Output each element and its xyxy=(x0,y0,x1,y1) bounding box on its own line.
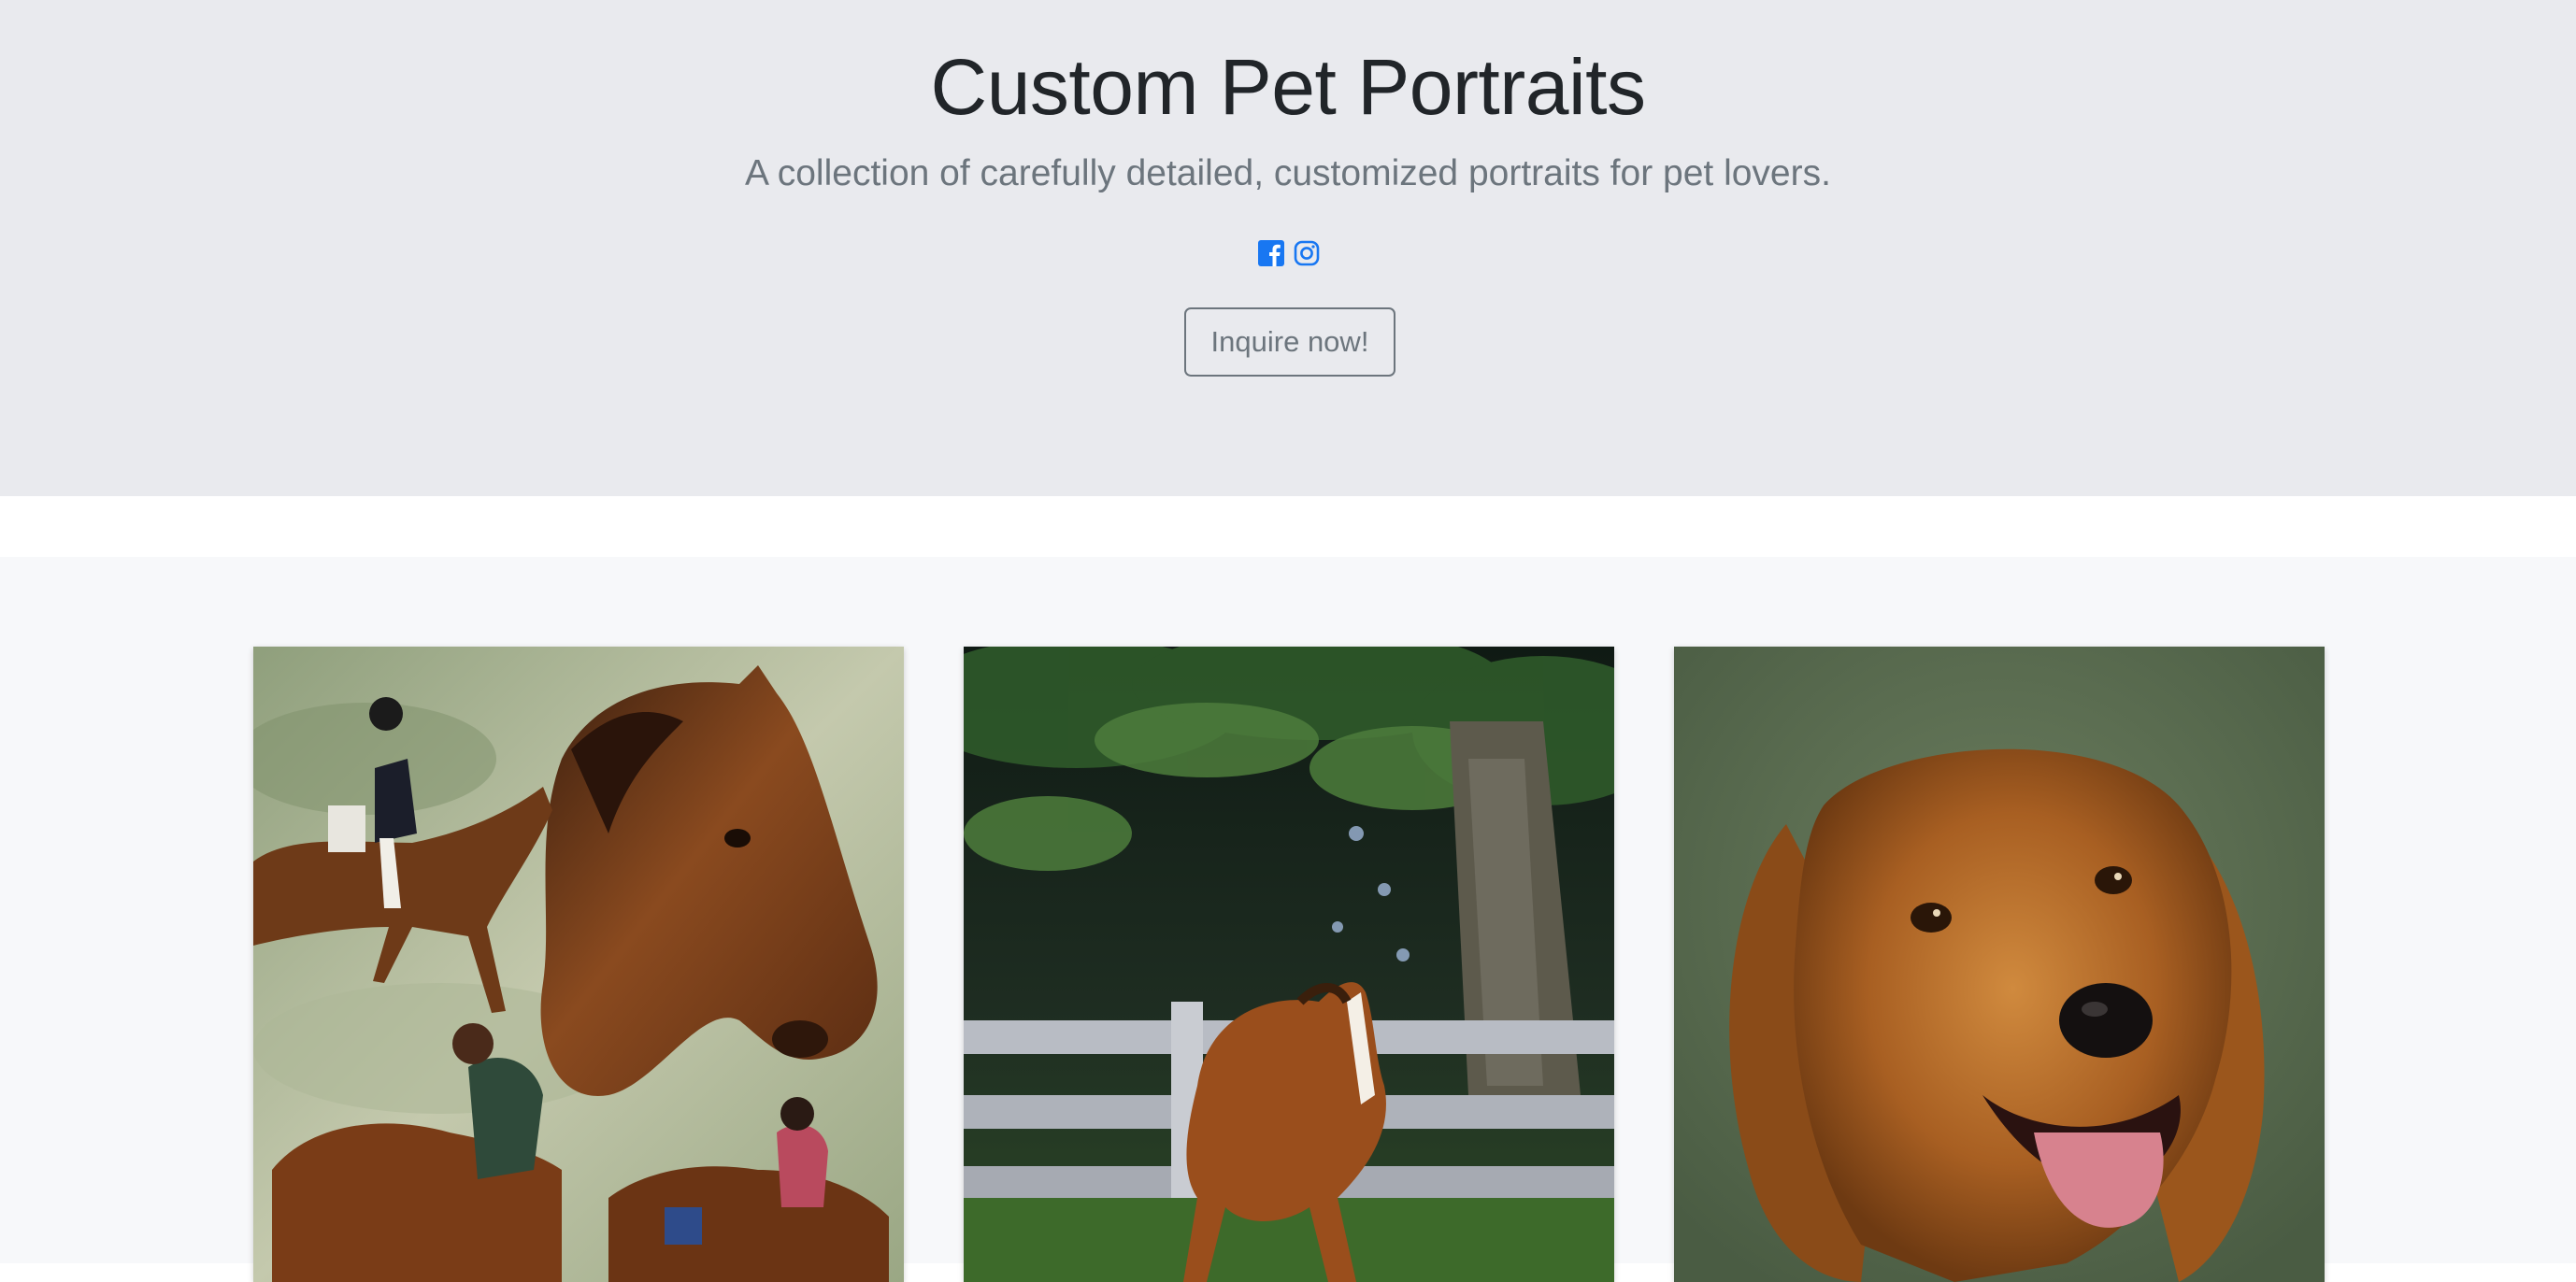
facebook-icon xyxy=(1258,240,1284,266)
portrait-card-horse-collage[interactable] xyxy=(253,647,904,1282)
inquire-button[interactable]: Inquire now! xyxy=(1184,307,1395,377)
horse-collage-painting xyxy=(253,647,904,1282)
social-links xyxy=(1257,239,1323,269)
portrait-card-golden-retriever[interactable] xyxy=(1674,647,2325,1282)
gallery-section xyxy=(0,557,2576,1282)
page-title: Custom Pet Portraits xyxy=(930,43,1646,131)
running-horse-fence-painting xyxy=(964,647,1614,1282)
hero-section: Custom Pet Portraits A collection of car… xyxy=(0,0,2576,496)
golden-retriever-painting xyxy=(1674,647,2325,1282)
portrait-card-running-horse[interactable] xyxy=(964,647,1614,1282)
page-subtitle: A collection of carefully detailed, cust… xyxy=(745,153,1831,193)
instagram-icon xyxy=(1294,240,1320,266)
facebook-link[interactable] xyxy=(1257,239,1285,267)
instagram-link[interactable] xyxy=(1293,239,1321,267)
